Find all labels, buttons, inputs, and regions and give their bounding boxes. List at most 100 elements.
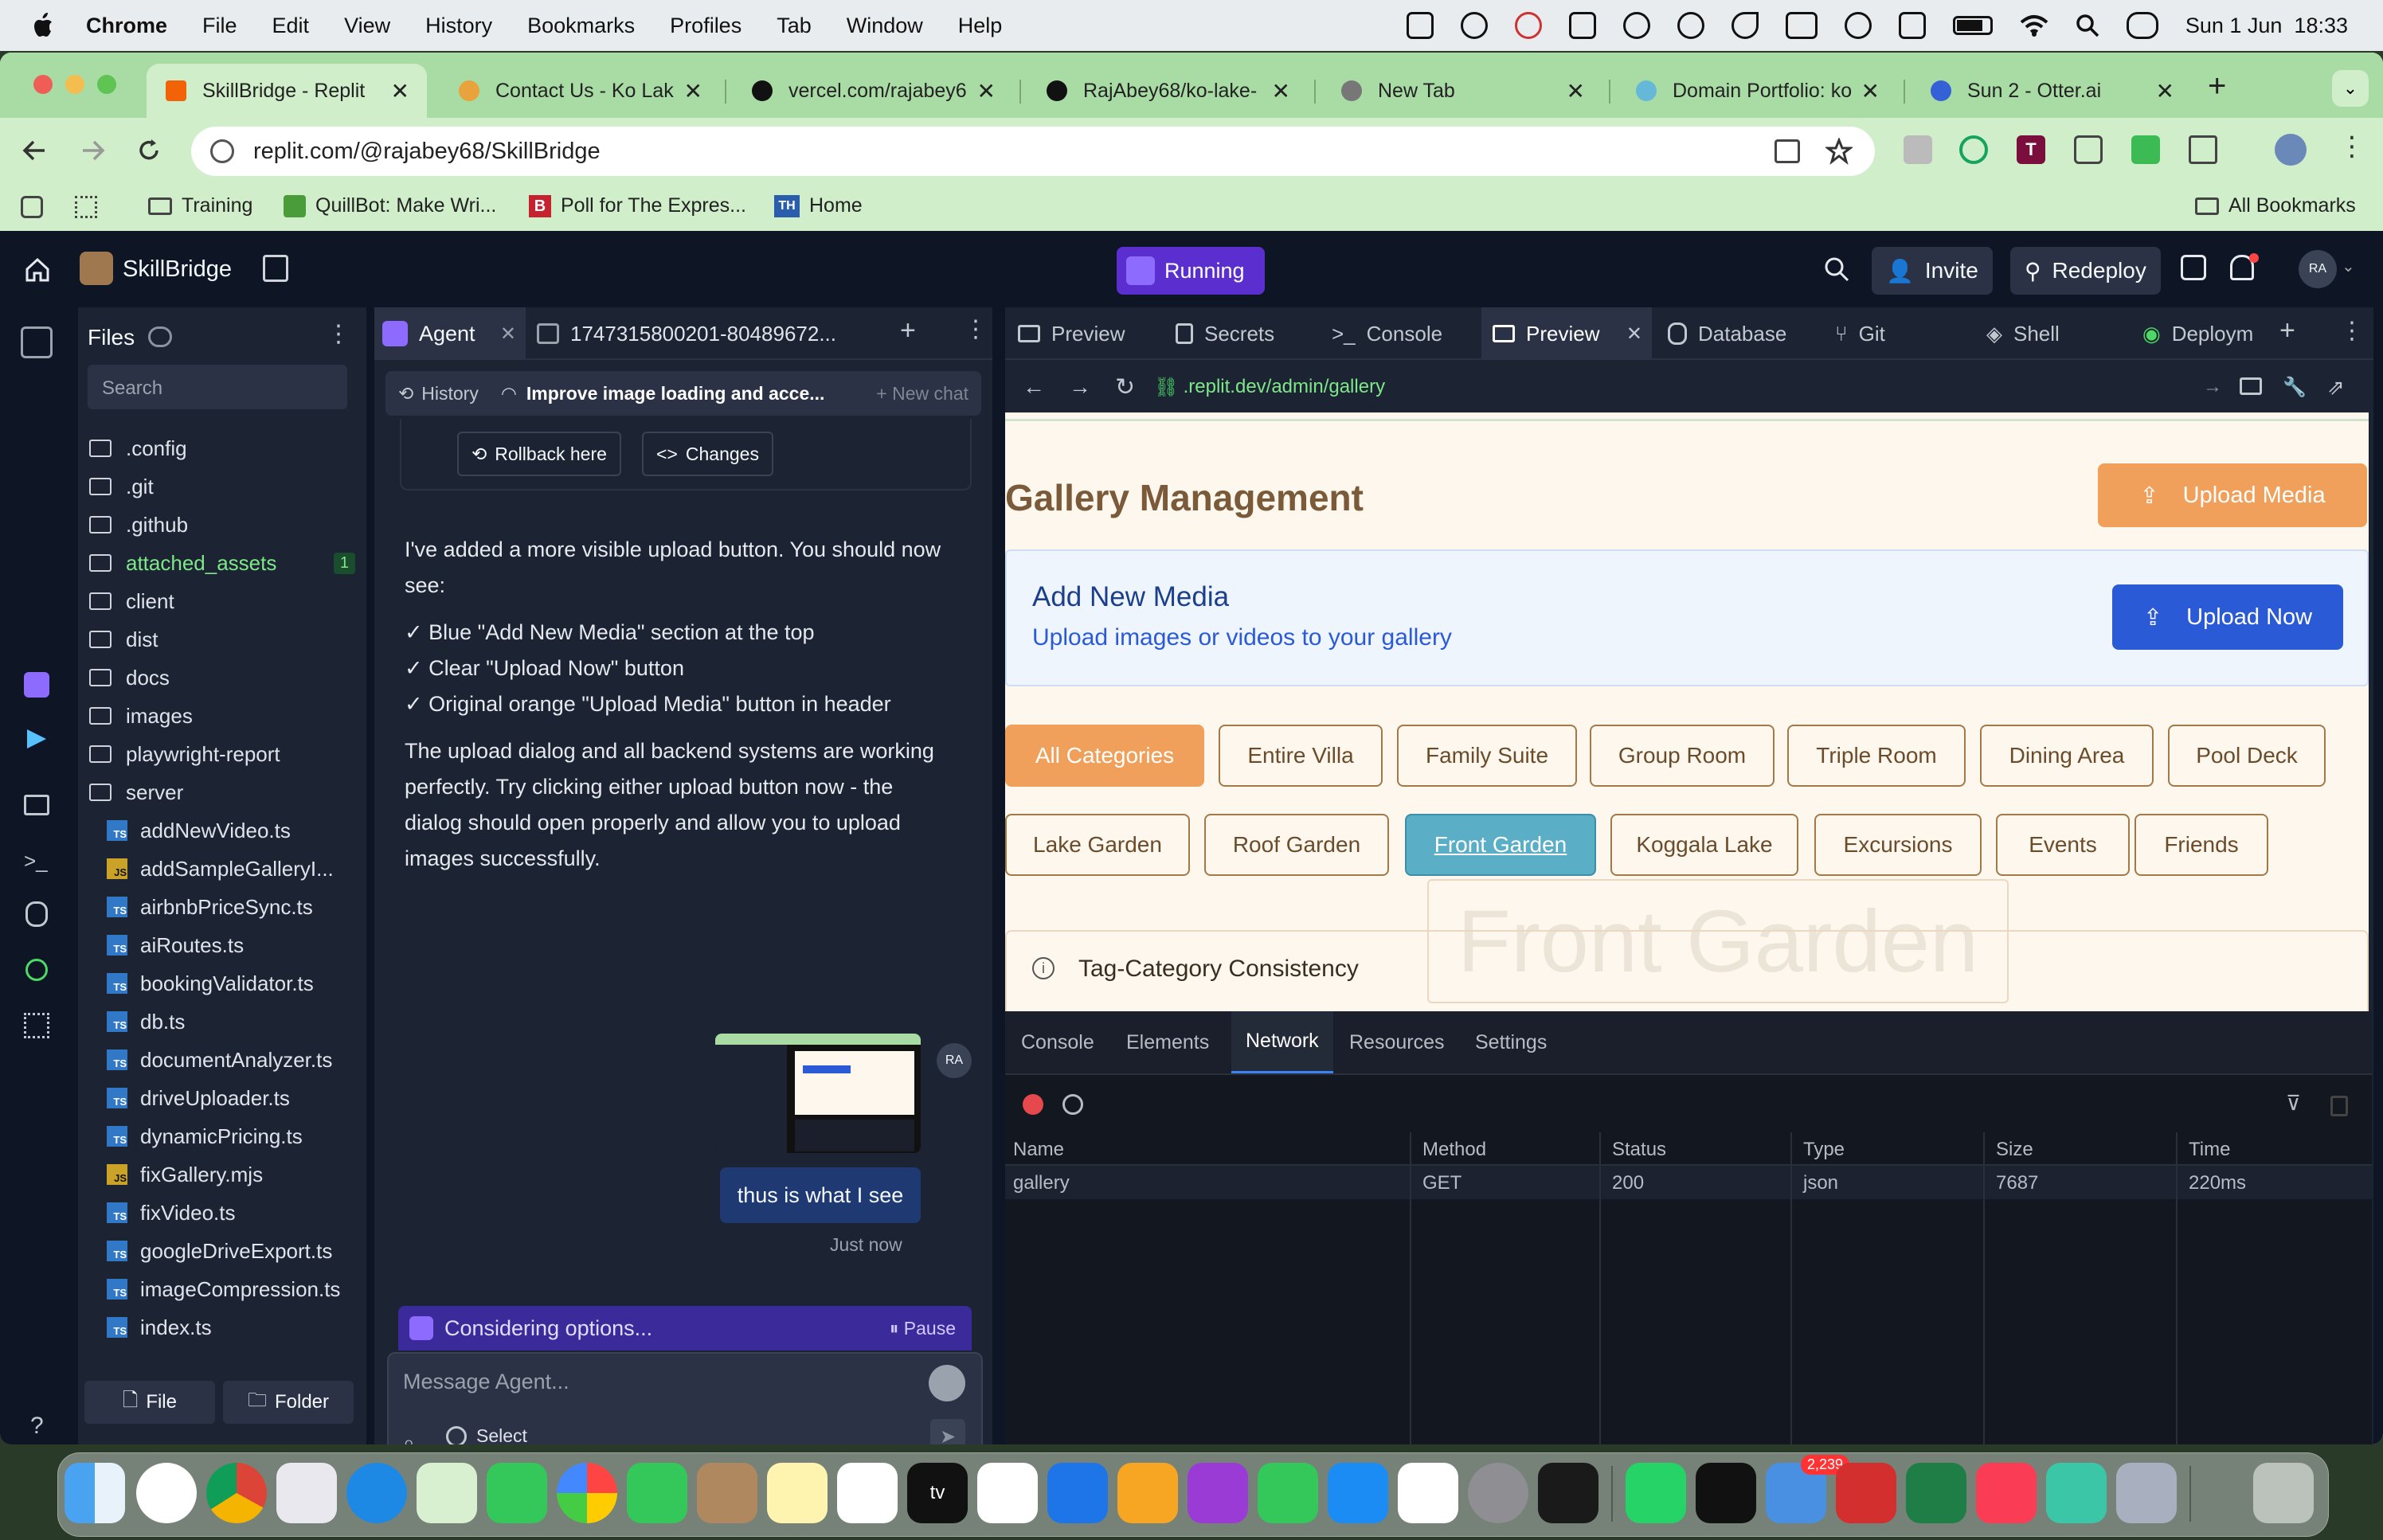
menu-app-name[interactable]: Chrome [86, 14, 167, 38]
menu-profiles[interactable]: Profiles [670, 14, 742, 38]
new-folder-button[interactable]: 🗀 Folder [223, 1381, 354, 1424]
tab-secrets[interactable]: Secrets [1164, 307, 1285, 360]
trash-icon[interactable] [2330, 1096, 2348, 1116]
shell-tool-icon[interactable]: >_ [24, 849, 48, 874]
menubar-clock[interactable]: Sun 1 Jun 18:33 [2185, 14, 2348, 38]
chat-title[interactable]: Improve image loading and acce... [526, 383, 825, 405]
changes-button[interactable]: <> Changes [642, 432, 773, 476]
assistant-tool-icon[interactable] [27, 729, 46, 749]
menu-window[interactable]: Window [847, 14, 923, 38]
reload-icon[interactable]: ↻ [1115, 373, 1135, 401]
deploy-tool-icon[interactable] [25, 959, 48, 981]
maps-icon[interactable] [417, 1463, 477, 1523]
messages-icon[interactable] [487, 1463, 547, 1523]
folder-server[interactable]: server [89, 774, 183, 811]
column-header[interactable]: Size [1996, 1139, 2033, 1161]
bot-icon[interactable] [929, 1365, 965, 1401]
wifi-icon[interactable] [2020, 14, 2048, 37]
all-bookmarks[interactable]: All Bookmarks [2195, 194, 2356, 217]
menu-file[interactable]: File [202, 14, 237, 38]
podcasts-icon[interactable] [1188, 1463, 1248, 1523]
help-icon[interactable]: ? [30, 1413, 44, 1440]
whatsapp-icon[interactable] [1626, 1463, 1686, 1523]
pane-menu-icon[interactable]: ⋮ [2340, 317, 2364, 345]
close-tab-icon[interactable]: ✕ [684, 78, 702, 104]
reminders-icon[interactable] [837, 1463, 898, 1523]
finder-icon[interactable] [65, 1463, 125, 1523]
status-bear-icon[interactable] [1514, 12, 1542, 39]
system-settings-icon[interactable] [1468, 1463, 1528, 1523]
upload-media-button[interactable]: ⇪ Upload Media [2098, 463, 2367, 527]
preview-tool-icon[interactable] [24, 795, 49, 815]
bookmark-star-icon[interactable] [1825, 138, 1853, 165]
address-bar[interactable]: replit.com/@rajabey68/SkillBridge [191, 127, 1875, 176]
browser-tab-newtab[interactable]: New Tab ✕ [1322, 64, 1602, 118]
menu-edit[interactable]: Edit [272, 14, 310, 38]
file-item[interactable]: TS dynamicPricing.ts [107, 1118, 303, 1155]
category-excursions[interactable]: Excursions [1814, 814, 1982, 876]
play-icon[interactable] [1844, 12, 1872, 39]
chrome-menu-icon[interactable]: ⋮ [2338, 131, 2365, 162]
apple-icon[interactable] [30, 12, 54, 39]
extension-t-icon[interactable]: T [2017, 135, 2045, 164]
bookmark-quillbot[interactable]: QuillBot: Make Wri... [284, 194, 496, 217]
browser-tab-otter[interactable]: Sun 2 - Otter.ai ✕ [1911, 64, 2192, 118]
news-icon[interactable] [977, 1463, 1038, 1523]
multiplayer-icon[interactable] [2181, 255, 2206, 280]
forward-icon[interactable]: → [1069, 374, 1091, 400]
close-tab-icon[interactable]: ✕ [2156, 78, 2174, 104]
new-file-button[interactable]: 🗋 File [84, 1381, 215, 1424]
close-tab-icon[interactable]: ✕ [500, 322, 516, 346]
category-friends[interactable]: Friends [2135, 814, 2268, 876]
back-icon[interactable]: ← [1023, 374, 1045, 400]
install-app-icon[interactable] [1775, 139, 1800, 163]
home-icon[interactable] [24, 256, 51, 283]
select-element-button[interactable]: Select [446, 1425, 527, 1444]
file-item[interactable]: JS fixGallery.mjs [107, 1156, 263, 1193]
files-menu-icon[interactable]: ⋮ [327, 320, 350, 348]
clear-icon[interactable] [1062, 1094, 1083, 1115]
category-family-suite[interactable]: Family Suite [1397, 725, 1577, 787]
devtools-tab-resources[interactable]: Resources [1349, 1011, 1445, 1073]
files-tool-icon[interactable] [21, 326, 53, 358]
iphone-mirroring-icon[interactable] [1538, 1463, 1598, 1523]
panel-menu-icon[interactable]: ⋮ [964, 315, 988, 343]
file-item[interactable]: TS fixVideo.ts [107, 1194, 235, 1231]
status-check-icon[interactable] [1460, 12, 1488, 39]
bookmark-training[interactable]: Training [148, 194, 252, 217]
launchpad-icon[interactable] [276, 1463, 337, 1523]
bookmark-poll[interactable]: B Poll for The Expres... [529, 194, 746, 217]
category-dining-area[interactable]: Dining Area [1980, 725, 2154, 787]
file-item[interactable]: TS aiRoutes.ts [107, 927, 244, 963]
folder-images[interactable]: images [89, 698, 193, 734]
search-icon[interactable] [2076, 14, 2099, 37]
devtools-tab-settings[interactable]: Settings [1475, 1011, 1547, 1073]
trash-icon[interactable] [2253, 1463, 2314, 1523]
column-header[interactable]: Type [1803, 1139, 1845, 1161]
extensions-puzzle-icon[interactable] [2189, 135, 2217, 164]
browser-tab-domain[interactable]: Domain Portfolio: ko ✕ [1617, 64, 1897, 118]
category-all[interactable]: All Categories [1005, 725, 1204, 787]
tab-database[interactable]: Database [1657, 307, 1798, 360]
file-item[interactable]: TS googleDriveExport.ts [107, 1233, 332, 1269]
status-grammarly-icon[interactable] [1677, 12, 1704, 39]
tab-search-icon[interactable]: ⌄ [2332, 70, 2369, 107]
file-item[interactable]: TS airbnbPriceSync.ts [107, 889, 313, 925]
numbers-icon[interactable] [1258, 1463, 1318, 1523]
music-icon[interactable] [1976, 1463, 2037, 1523]
status-robot-icon[interactable] [1568, 12, 1596, 39]
browser-tab-github[interactable]: RajAbey68/ko-lake- ✕ [1027, 64, 1308, 118]
attached-screenshot-thumbnail[interactable] [715, 1034, 921, 1153]
chrome-icon[interactable] [206, 1463, 267, 1523]
device-icon[interactable] [2240, 377, 2262, 395]
folder-playwright-report[interactable]: playwright-report [89, 736, 280, 772]
grammarly-icon[interactable] [1959, 135, 1988, 164]
category-front-garden[interactable]: Front Garden [1405, 814, 1596, 876]
category-koggala-lake[interactable]: Koggala Lake [1610, 814, 1798, 876]
extension-r-icon[interactable] [1904, 135, 1932, 164]
file-item[interactable]: TS driveUploader.ts [107, 1080, 290, 1116]
status-app-icon[interactable] [1406, 12, 1434, 39]
invite-button[interactable]: 👤 Invite [1872, 247, 1993, 295]
perplexity-icon[interactable] [1696, 1463, 1756, 1523]
control-center-icon[interactable] [2126, 12, 2158, 39]
